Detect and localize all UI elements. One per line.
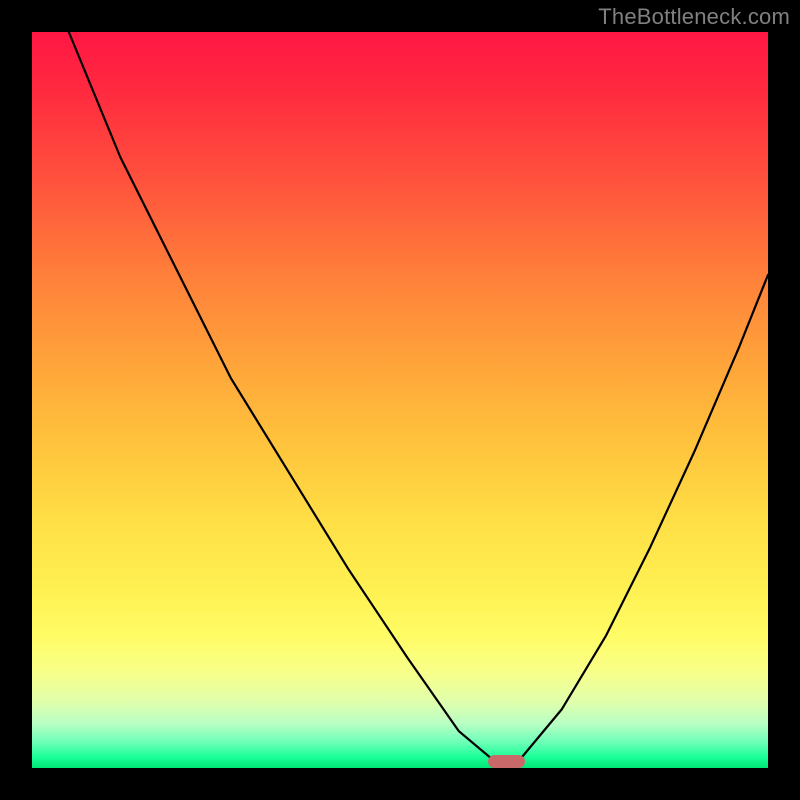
plot-area <box>32 32 768 768</box>
watermark-text: TheBottleneck.com <box>598 4 790 30</box>
chart-frame: TheBottleneck.com <box>0 0 800 800</box>
optimal-zone-marker <box>488 755 525 768</box>
bottleneck-curve <box>32 32 768 768</box>
